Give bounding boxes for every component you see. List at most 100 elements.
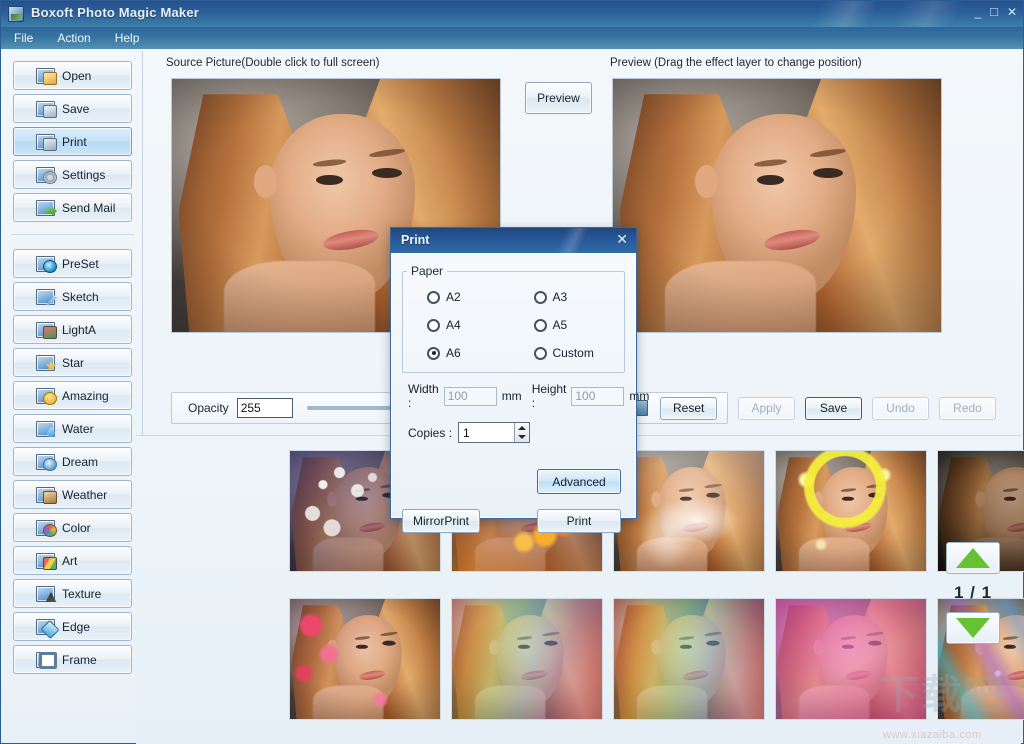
close-icon[interactable]: ✕ — [616, 232, 628, 246]
radio-option-a3[interactable]: A3 — [514, 290, 621, 304]
thumbnail-item[interactable] — [775, 598, 927, 720]
sidebar-item-settings[interactable]: Settings — [13, 160, 132, 189]
radio-option-a5[interactable]: A5 — [514, 318, 621, 332]
sidebar-item-open[interactable]: Open — [13, 61, 132, 90]
sidebar-item-label: Print — [62, 134, 87, 149]
menu-item-action[interactable]: Action — [54, 29, 93, 47]
dimensions-row: Width : mm Height : mm — [408, 382, 649, 410]
page-counter: 1 / 1 — [953, 583, 993, 602]
preview-canvas[interactable] — [612, 78, 942, 333]
app-icon — [8, 6, 24, 22]
radio-label: Custom — [552, 346, 594, 360]
thumbnail-item[interactable] — [289, 598, 441, 720]
amazing-icon — [36, 387, 57, 405]
preview-photo — [613, 79, 941, 332]
sidebar-group-file: Open Save Print Settings Send Mail — [3, 51, 142, 230]
page-down-button[interactable] — [946, 612, 1000, 644]
lighta-icon — [36, 321, 57, 339]
frame-icon — [36, 651, 57, 669]
radio-option-a4[interactable]: A4 — [407, 318, 514, 332]
sidebar-item-label: Star — [62, 355, 85, 370]
sidebar-item-frame[interactable]: Frame — [13, 645, 132, 674]
dream-icon — [36, 453, 57, 471]
preview-button[interactable]: Preview — [525, 82, 592, 114]
sidebar-item-weather[interactable]: Weather — [13, 480, 132, 509]
thumbnail-cell[interactable] — [770, 594, 932, 742]
radio-option-a6[interactable]: A6 — [407, 346, 514, 360]
sidebar-item-art[interactable]: Art — [13, 546, 132, 575]
radio-label: A6 — [446, 346, 461, 360]
maximize-icon[interactable]: □ — [990, 5, 998, 18]
menu-bar: File Action Help — [1, 27, 1023, 49]
sidebar-item-preset[interactable]: PreSet — [13, 249, 132, 278]
radio-icon-selected[interactable] — [427, 346, 440, 360]
sidebar-item-texture[interactable]: Texture — [13, 579, 132, 608]
sidebar-item-dream[interactable]: Dream — [13, 447, 132, 476]
sidebar-item-lighta[interactable]: LightA — [13, 315, 132, 344]
copies-input[interactable] — [459, 424, 515, 441]
thumbnail-cell[interactable] — [608, 594, 770, 742]
edge-icon — [36, 618, 55, 635]
stepper-down-icon[interactable] — [518, 435, 527, 440]
reset-button[interactable]: Reset — [660, 396, 718, 420]
radio-icon[interactable] — [427, 318, 440, 332]
radio-label: A3 — [552, 290, 568, 304]
radio-icon[interactable] — [533, 290, 547, 304]
sidebar-item-save[interactable]: Save — [13, 94, 132, 123]
opacity-label: Opacity — [188, 401, 229, 415]
page-up-button[interactable] — [946, 542, 1000, 574]
close-icon[interactable]: ✕ — [1007, 6, 1017, 18]
paper-options: A2 A3 A4 A5 A6 Custom — [407, 284, 620, 362]
thumbnail-item[interactable] — [775, 450, 927, 572]
paper-legend: Paper — [411, 264, 444, 278]
sidebar-item-label: Weather — [62, 487, 108, 502]
menu-item-file[interactable]: File — [11, 29, 36, 47]
star-icon — [36, 354, 55, 371]
sidebar-item-star[interactable]: Star — [13, 348, 132, 377]
advanced-button[interactable]: Advanced — [537, 469, 621, 494]
undo-button[interactable]: Undo — [872, 396, 929, 420]
window-controls: _ □ ✕ — [974, 5, 1017, 18]
preset-icon — [36, 255, 57, 273]
radio-option-a2[interactable]: A2 — [407, 290, 514, 304]
sidebar-item-edge[interactable]: Edge — [13, 612, 132, 641]
thumbnail-cell[interactable] — [770, 446, 932, 594]
water-icon — [36, 420, 55, 437]
stepper-up-icon[interactable] — [518, 425, 527, 430]
thumbnail-item[interactable] — [451, 598, 603, 720]
radio-icon[interactable] — [533, 346, 547, 360]
width-input[interactable] — [443, 386, 497, 406]
thumbnail-cell[interactable] — [284, 594, 446, 742]
radio-label: A5 — [552, 318, 568, 332]
save-button[interactable]: Save — [805, 396, 862, 420]
thumbnail-cell[interactable] — [446, 594, 608, 742]
sidebar-item-send-mail[interactable]: Send Mail — [13, 193, 132, 222]
sidebar-item-color[interactable]: Color — [13, 513, 132, 542]
height-input[interactable] — [571, 386, 625, 406]
sidebar-divider — [11, 234, 134, 235]
redo-button[interactable]: Redo — [939, 396, 996, 420]
copies-stepper[interactable] — [458, 422, 531, 443]
menu-item-help[interactable]: Help — [112, 29, 143, 47]
sidebar-item-water[interactable]: Water — [13, 414, 132, 443]
apply-button[interactable]: Apply — [738, 396, 795, 420]
sidebar-item-label: Texture — [62, 586, 102, 601]
dialog-title-sheen — [486, 228, 636, 253]
opacity-input[interactable] — [236, 398, 293, 418]
print-dialog: Print ✕ Paper A2 A3 A4 A5 A6 Custom Widt… — [390, 227, 649, 533]
radio-icon[interactable] — [533, 318, 547, 332]
sidebar-item-label: PreSet — [62, 256, 99, 271]
application-window: Boxoft Photo Magic Maker _ □ ✕ File Acti… — [0, 0, 1024, 744]
radio-label: A4 — [446, 318, 461, 332]
sketch-icon — [36, 288, 55, 305]
sidebar-item-sketch[interactable]: Sketch — [13, 282, 132, 311]
print-button[interactable]: Print — [537, 509, 621, 533]
mirror-print-button[interactable]: MirrorPrint — [402, 509, 480, 533]
thumbnail-item[interactable] — [613, 598, 765, 720]
minimize-icon[interactable]: _ — [974, 6, 981, 18]
sidebar-item-amazing[interactable]: Amazing — [13, 381, 132, 410]
stepper-buttons[interactable] — [514, 423, 530, 442]
radio-icon[interactable] — [427, 290, 440, 304]
sidebar-item-print[interactable]: Print — [13, 127, 132, 156]
radio-option-custom[interactable]: Custom — [514, 346, 621, 360]
